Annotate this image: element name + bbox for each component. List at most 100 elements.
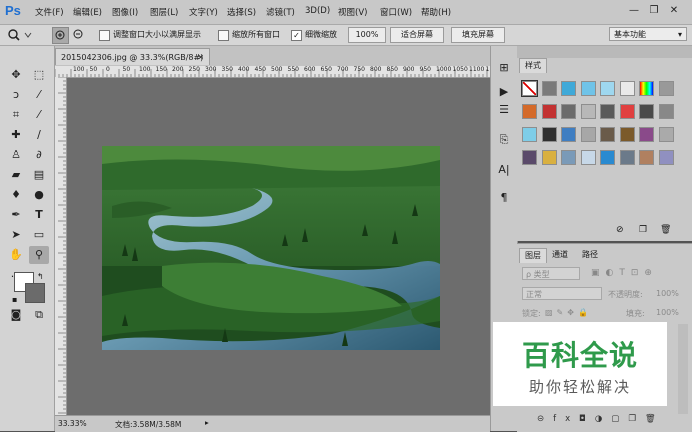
tab-layers[interactable]: 图层 xyxy=(519,248,547,263)
style-swatch[interactable] xyxy=(600,81,615,96)
style-swatch[interactable] xyxy=(600,150,615,165)
style-swatch[interactable] xyxy=(580,150,596,165)
dodge-tool-icon[interactable]: ● xyxy=(29,186,49,204)
menu-filter[interactable]: 滤镜(T) xyxy=(266,6,295,18)
style-swatch[interactable] xyxy=(600,127,615,142)
style-swatch[interactable] xyxy=(639,127,654,142)
path-selection-tool-icon[interactable]: ➤ xyxy=(6,226,26,244)
blur-tool-icon[interactable]: ♦ xyxy=(6,186,26,204)
layers-footer-icons[interactable]: ⊝fx◘◑▢❐🗑 xyxy=(537,414,665,424)
style-swatch[interactable] xyxy=(580,127,596,142)
style-swatch[interactable] xyxy=(639,81,654,96)
zoom-out-button[interactable] xyxy=(71,27,86,42)
fill-value[interactable]: 100% xyxy=(656,308,679,317)
menu-type[interactable]: 文字(Y) xyxy=(189,6,218,18)
layers-scrollbar[interactable] xyxy=(678,324,688,414)
layer-filter-select[interactable]: ρ 类型 xyxy=(522,267,580,280)
style-swatch[interactable] xyxy=(600,104,615,119)
style-swatch[interactable] xyxy=(658,104,674,119)
style-swatch[interactable] xyxy=(541,81,557,96)
style-swatch[interactable] xyxy=(658,81,674,96)
restore-button[interactable]: ❐ xyxy=(647,4,661,18)
menu-layer[interactable]: 图层(L) xyxy=(150,6,178,18)
style-swatch[interactable] xyxy=(580,81,596,96)
resize-windows-checkbox[interactable] xyxy=(99,30,110,41)
properties-panel-icon[interactable]: ☰ xyxy=(495,102,513,118)
document-tab[interactable]: 2015042306.jpg @ 33.3%(RGB/8#) ✕ xyxy=(55,48,210,65)
zoom-tool-icon[interactable]: ⚲ xyxy=(29,246,49,264)
marquee-tool-icon[interactable]: ⬚ xyxy=(29,66,49,84)
style-swatch[interactable] xyxy=(522,127,537,142)
tab-channels[interactable]: 通道 xyxy=(547,248,573,262)
magic-wand-tool-icon[interactable]: ⁄ xyxy=(29,86,49,104)
eyedropper-tool-icon[interactable]: ⁄ xyxy=(29,106,49,124)
zoom-in-button[interactable] xyxy=(52,27,69,44)
move-tool-icon[interactable]: ✥ xyxy=(6,66,26,84)
clone-stamp-tool-icon[interactable]: ♙ xyxy=(6,146,26,164)
zoom-100-button[interactable]: 100% xyxy=(348,27,386,43)
menu-view[interactable]: 视图(V) xyxy=(338,6,367,18)
menu-file[interactable]: 文件(F) xyxy=(35,6,64,18)
style-swatch[interactable] xyxy=(521,80,538,97)
document-image[interactable] xyxy=(102,146,440,350)
menu-select[interactable]: 选择(S) xyxy=(227,6,256,18)
healing-brush-tool-icon[interactable]: ✚ xyxy=(6,126,26,144)
scrubby-zoom-checkbox[interactable]: ✓ xyxy=(291,30,302,41)
crop-tool-icon[interactable]: ⌗ xyxy=(6,106,26,124)
style-swatch[interactable] xyxy=(561,127,576,142)
screen-mode-icon[interactable]: ⧉ xyxy=(29,306,49,324)
character-panel-icon[interactable]: A| xyxy=(495,162,513,178)
quick-mask-icon[interactable]: ◙ xyxy=(6,306,26,324)
history-panel-icon[interactable]: ⊞ xyxy=(495,60,513,76)
style-swatch[interactable] xyxy=(561,104,576,119)
new-style-icon[interactable]: ❐ xyxy=(639,225,647,235)
opacity-value[interactable]: 100% xyxy=(656,289,679,298)
style-swatch[interactable] xyxy=(619,104,635,119)
style-swatch[interactable] xyxy=(561,150,576,165)
style-swatch[interactable] xyxy=(658,127,674,142)
background-color-swatch[interactable] xyxy=(25,283,45,303)
menu-image[interactable]: 图像(I) xyxy=(112,6,138,18)
style-swatch[interactable] xyxy=(619,127,635,142)
menu-edit[interactable]: 编辑(E) xyxy=(73,6,102,18)
layer-filter-icons[interactable]: ▣◐T⊡⊕ xyxy=(591,268,658,278)
style-swatch[interactable] xyxy=(658,150,674,165)
workspace-select[interactable]: 基本功能 ▾ xyxy=(609,27,687,41)
fill-screen-button[interactable]: 填充屏幕 xyxy=(451,27,505,43)
paragraph-panel-icon[interactable]: ¶ xyxy=(495,190,513,206)
zoom-tool-preset[interactable] xyxy=(6,28,32,42)
close-button[interactable]: ✕ xyxy=(667,4,681,18)
style-swatch[interactable] xyxy=(619,150,635,165)
actions-panel-icon[interactable]: ▶ xyxy=(495,84,513,100)
brush-tool-icon[interactable]: ∕ xyxy=(29,126,49,144)
style-swatch[interactable] xyxy=(541,104,557,119)
gradient-tool-icon[interactable]: ▤ xyxy=(29,166,49,184)
menu-help[interactable]: 帮助(H) xyxy=(421,6,451,18)
style-swatch[interactable] xyxy=(522,104,537,119)
default-colors-icon[interactable]: ▪ xyxy=(12,295,17,304)
style-swatch[interactable] xyxy=(541,150,557,165)
rectangle-tool-icon[interactable]: ▭ xyxy=(29,226,49,244)
minimize-button[interactable]: — xyxy=(627,4,641,18)
style-swatch[interactable] xyxy=(541,127,557,142)
style-swatch[interactable] xyxy=(561,81,576,96)
zoom-all-windows-checkbox[interactable] xyxy=(218,30,229,41)
eraser-tool-icon[interactable]: ▰ xyxy=(6,166,26,184)
tab-styles[interactable]: 样式 xyxy=(519,58,547,73)
lock-icons[interactable]: ▨✎✥🔒 xyxy=(545,308,592,317)
history-brush-tool-icon[interactable]: ∂ xyxy=(29,146,49,164)
type-tool-icon[interactable]: T xyxy=(29,206,49,224)
style-swatch[interactable] xyxy=(619,81,635,96)
menu-3d[interactable]: 3D(D) xyxy=(305,6,330,16)
style-swatch[interactable] xyxy=(580,104,596,119)
hand-tool-icon[interactable]: ✋ xyxy=(6,246,26,264)
status-menu-arrow-icon[interactable]: ▸ xyxy=(205,418,209,427)
style-swatch[interactable] xyxy=(639,150,654,165)
fit-screen-button[interactable]: 适合屏幕 xyxy=(390,27,444,43)
pen-tool-icon[interactable]: ✒ xyxy=(6,206,26,224)
close-tab-icon[interactable]: ✕ xyxy=(197,49,204,66)
status-zoom[interactable]: 33.33% xyxy=(58,419,87,428)
delete-style-icon[interactable]: 🗑 xyxy=(660,225,671,235)
style-swatch[interactable] xyxy=(639,104,654,119)
tab-paths[interactable]: 路径 xyxy=(577,248,603,262)
